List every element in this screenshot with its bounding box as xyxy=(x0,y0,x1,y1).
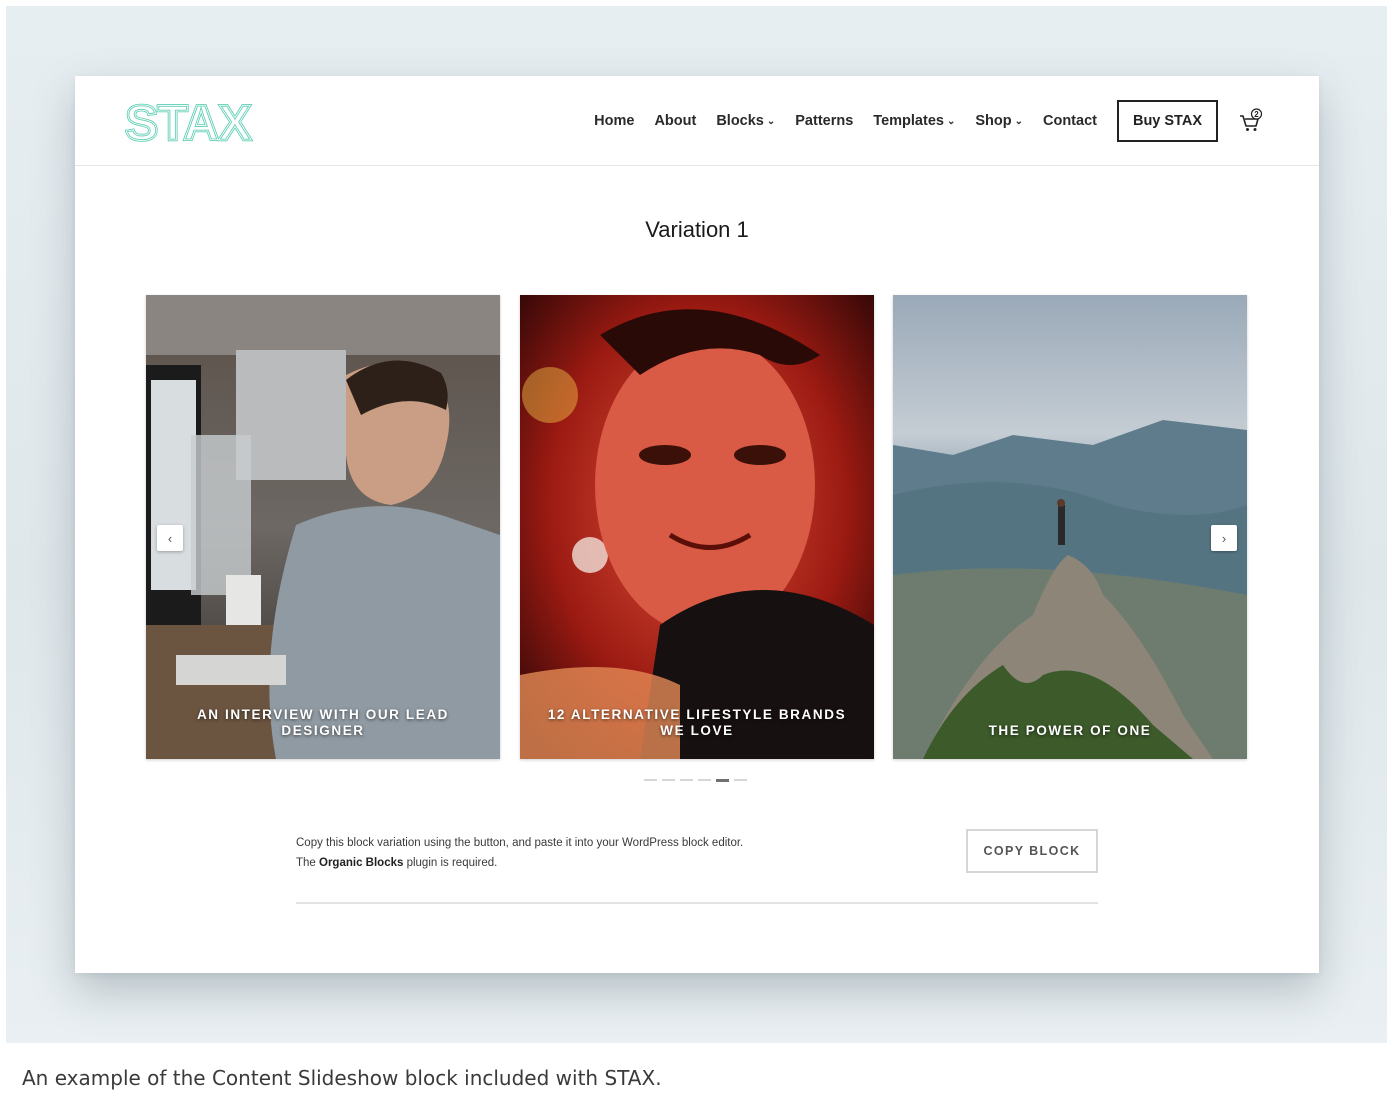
nav-item-blocks[interactable]: Blocks ⌄ xyxy=(716,113,775,129)
page-title: Variation 1 xyxy=(645,217,749,242)
nav-label: About xyxy=(654,113,697,129)
slide-card[interactable]: THE POWER OF ONE xyxy=(893,295,1247,759)
copy-suffix: plugin is required. xyxy=(403,857,498,869)
nav-label: Blocks xyxy=(716,113,764,129)
slide-dot[interactable] xyxy=(644,779,657,781)
nav-item-contact[interactable]: Contact xyxy=(1043,113,1097,129)
copy-line-2: The Organic Blocks plugin is required. xyxy=(296,853,856,873)
copy-prefix: The xyxy=(296,857,320,869)
chevron-down-icon: ⌄ xyxy=(766,115,776,127)
buy-stax-button[interactable]: Buy STAX xyxy=(1116,100,1218,142)
copy-line-1: Copy this block variation using the butt… xyxy=(296,837,744,849)
slide-card[interactable]: 12 ALTERNATIVE LIFESTYLE BRANDS WE LOVE xyxy=(520,295,874,759)
slide-dot[interactable] xyxy=(698,779,711,781)
screenshot-stage: STAX STAX Home About Blocks ⌄ Patterns Te… xyxy=(6,6,1387,1043)
chevron-down-icon: ⌄ xyxy=(946,115,956,127)
slide-caption: THE POWER OF ONE xyxy=(988,723,1152,738)
copy-instructions: Copy this block variation using the butt… xyxy=(296,833,856,873)
nav-item-patterns[interactable]: Patterns xyxy=(795,113,853,129)
slide-image xyxy=(146,295,500,759)
nav-item-shop[interactable]: Shop ⌄ xyxy=(975,113,1023,129)
nav-label: Patterns xyxy=(795,113,854,129)
image-caption: An example of the Content Slideshow bloc… xyxy=(22,1066,662,1090)
next-slide-button[interactable]: › xyxy=(1211,525,1237,551)
copy-block-button[interactable]: COPY BLOCK xyxy=(966,829,1098,873)
site-header: STAX STAX Home About Blocks ⌄ Patterns Te… xyxy=(75,76,1319,166)
slide-dot[interactable] xyxy=(734,779,747,781)
slide-image xyxy=(520,295,874,759)
slide-image xyxy=(893,295,1247,759)
chevron-left-icon: ‹ xyxy=(167,530,173,546)
plugin-name: Organic Blocks xyxy=(319,857,404,869)
slide-dot[interactable] xyxy=(680,779,693,781)
slide-dot[interactable] xyxy=(716,779,729,782)
nav-label: Shop xyxy=(975,113,1012,129)
stax-logo[interactable]: STAX STAX xyxy=(124,94,261,153)
nav-item-templates[interactable]: Templates ⌄ xyxy=(873,113,955,129)
chevron-down-icon: ⌄ xyxy=(1014,115,1023,127)
cart-icon[interactable]: 2 xyxy=(1238,108,1264,134)
website-preview: STAX STAX Home About Blocks ⌄ Patterns Te… xyxy=(75,76,1319,973)
slide-card[interactable]: AN INTERVIEW WITH OUR LEAD DESIGNER xyxy=(146,295,500,759)
main-nav: Home About Blocks ⌄ Patterns Templates ⌄ S… xyxy=(594,100,1264,142)
nav-label: Home xyxy=(594,113,635,129)
slide-caption: 12 ALTERNATIVE LIFESTYLE BRANDS WE LOVE xyxy=(547,707,847,738)
nav-label: Templates xyxy=(873,113,944,129)
slide-caption: AN INTERVIEW WITH OUR LEAD DESIGNER xyxy=(196,707,450,738)
cart-count: 2 xyxy=(1254,110,1259,119)
nav-item-about[interactable]: About xyxy=(654,113,696,129)
divider xyxy=(296,902,1098,904)
prev-slide-button[interactable]: ‹ xyxy=(157,525,183,551)
slideshow-dots xyxy=(644,779,752,782)
chevron-right-icon: › xyxy=(1221,530,1227,546)
slide-dot[interactable] xyxy=(662,779,675,781)
nav-item-home[interactable]: Home xyxy=(594,113,634,129)
nav-label: Contact xyxy=(1042,113,1097,129)
logo-inline: STAX xyxy=(125,96,251,146)
